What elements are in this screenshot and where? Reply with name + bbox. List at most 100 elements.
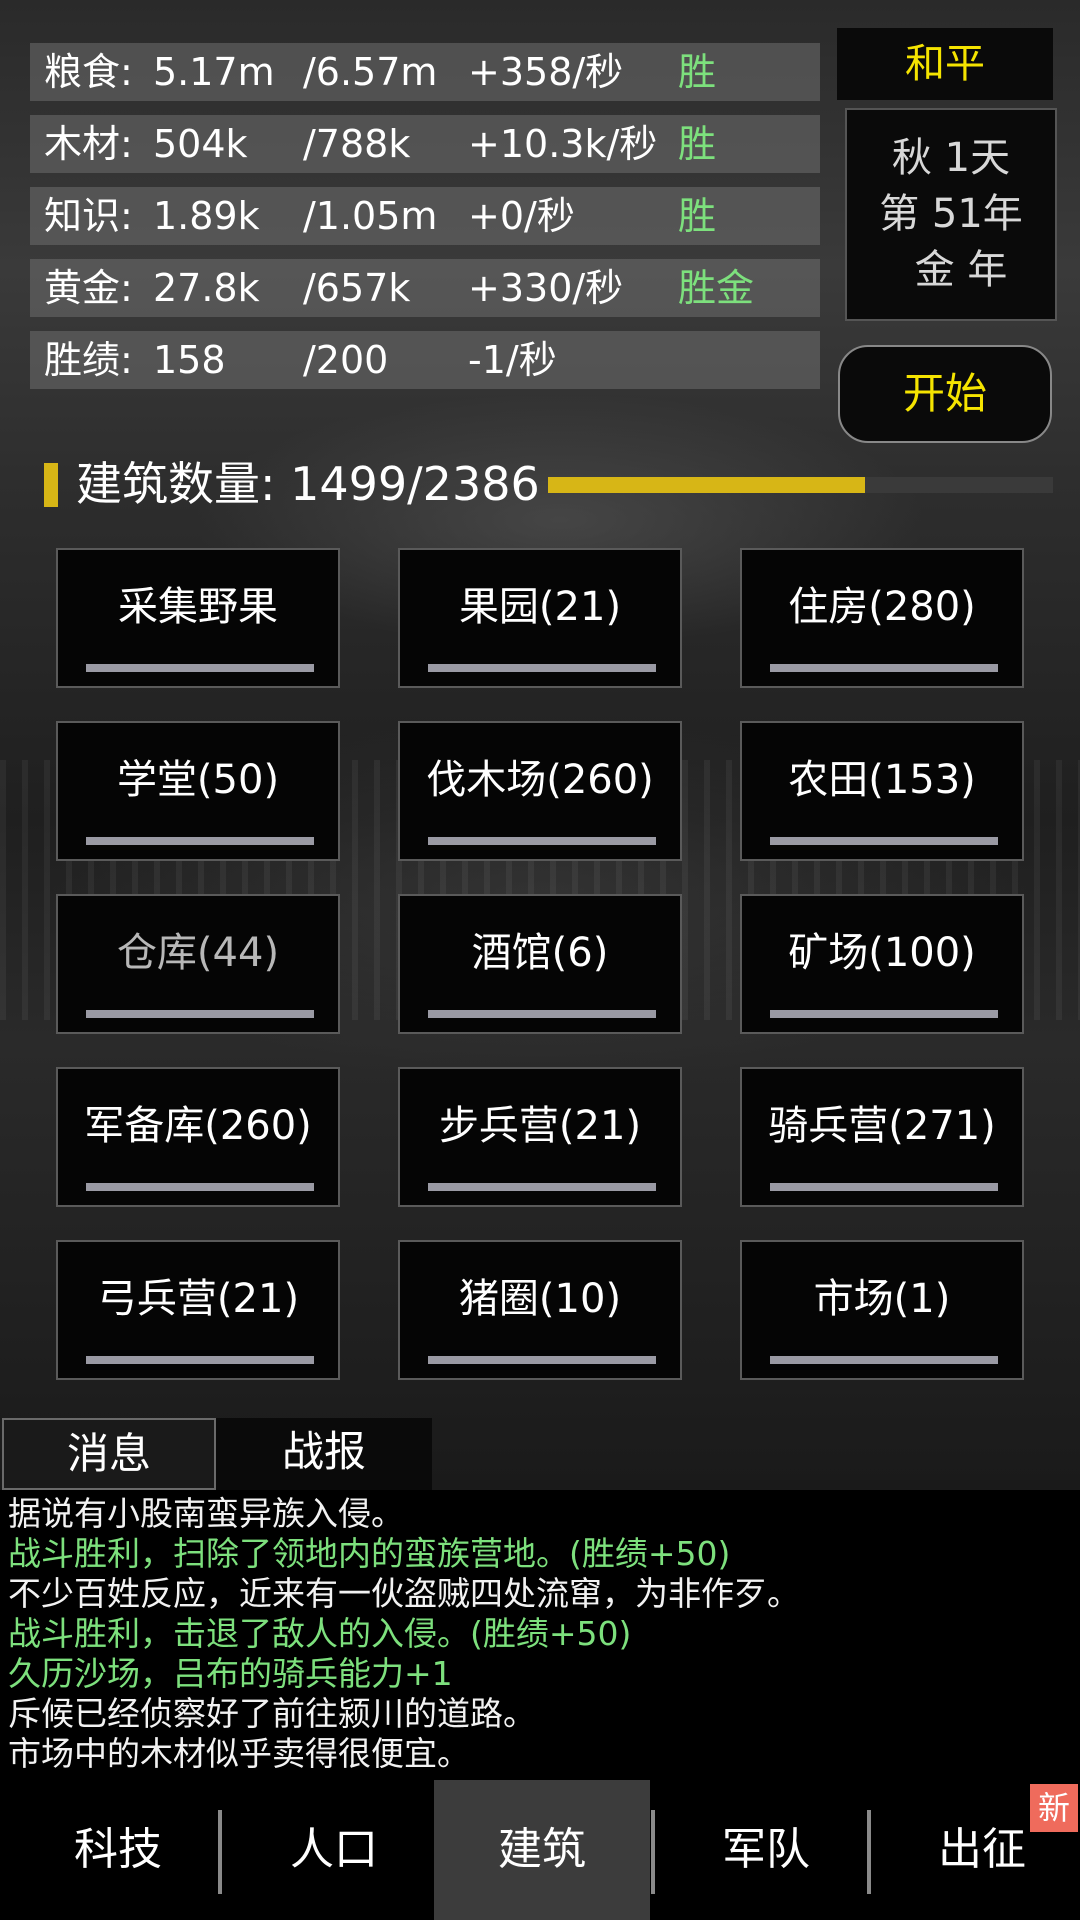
building-label: 猪圈(10) <box>458 1276 622 1322</box>
nav-population[interactable]: 人口 <box>226 1780 442 1920</box>
building-progress-bar <box>428 1010 656 1018</box>
resource-mark: 胜金 <box>678 266 755 310</box>
building-button-pig-pen[interactable]: 猪圈(10) <box>398 1240 682 1380</box>
building-count-bar <box>548 477 1053 493</box>
building-progress-bar <box>428 1183 656 1191</box>
building-button-farmland[interactable]: 农田(153) <box>740 721 1024 861</box>
building-button-orchard[interactable]: 果园(21) <box>398 548 682 688</box>
resource-max: /788k <box>303 122 411 166</box>
building-progress-bar <box>86 1356 314 1364</box>
building-progress-bar <box>428 1356 656 1364</box>
building-progress-bar <box>428 664 656 672</box>
year-element: 金 年 <box>914 247 1008 293</box>
resource-current: 504k <box>153 122 248 166</box>
resource-max: /657k <box>303 266 411 310</box>
log-line: 战斗胜利，扫除了领地内的蛮族营地。(胜绩+50) <box>8 1534 731 1573</box>
resource-max: /200 <box>303 338 389 382</box>
building-label: 军备库(260) <box>84 1103 312 1149</box>
tab-battle-report[interactable]: 战报 <box>216 1418 432 1490</box>
nav-divider <box>218 1810 222 1894</box>
building-button-infantry-camp[interactable]: 步兵营(21) <box>398 1067 682 1207</box>
resource-name: 黄金: <box>44 266 133 310</box>
building-label: 市场(1) <box>813 1276 951 1322</box>
log-line: 战斗胜利，击退了敌人的入侵。(胜绩+50) <box>8 1614 632 1653</box>
building-button-armory[interactable]: 军备库(260) <box>56 1067 340 1207</box>
building-label: 矿场(100) <box>788 930 976 976</box>
resource-rate: -1/秒 <box>468 338 557 382</box>
resource-row-victories: 胜绩: 158 /200 -1/秒 <box>30 331 820 389</box>
resource-rate: +330/秒 <box>468 266 624 310</box>
new-badge: 新 <box>1030 1784 1078 1832</box>
season-day: 秋 1天 <box>891 135 1011 181</box>
building-progress-bar <box>86 1183 314 1191</box>
building-button-school[interactable]: 学堂(50) <box>56 721 340 861</box>
resource-name: 知识: <box>44 194 133 238</box>
building-count-label: 建筑数量: 1499/2386 <box>76 457 540 511</box>
building-label: 农田(153) <box>788 757 976 803</box>
building-button-mine[interactable]: 矿场(100) <box>740 894 1024 1034</box>
building-label: 步兵营(21) <box>438 1103 642 1149</box>
building-progress-bar <box>86 664 314 672</box>
building-label: 仓库(44) <box>116 930 280 976</box>
log-line: 据说有小股南蛮异族入侵。 <box>8 1494 404 1533</box>
bottom-nav: 科技 人口 建筑 军队 出征 <box>0 1780 1080 1920</box>
resource-row-food: 粮食: 5.17m /6.57m +358/秒 胜 <box>30 43 820 101</box>
calendar-panel: 秋 1天 第 51年 金 年 <box>845 108 1057 321</box>
nav-tech[interactable]: 科技 <box>10 1780 226 1920</box>
resource-row-wood: 木材: 504k /788k +10.3k/秒 胜 <box>30 115 820 173</box>
resource-mark: 胜 <box>678 50 717 94</box>
building-button-cavalry-camp[interactable]: 骑兵营(271) <box>740 1067 1024 1207</box>
building-button-tavern[interactable]: 酒馆(6) <box>398 894 682 1034</box>
tab-messages[interactable]: 消息 <box>2 1418 216 1490</box>
resource-name: 木材: <box>44 122 133 166</box>
resource-mark: 胜 <box>678 122 717 166</box>
building-button-warehouse[interactable]: 仓库(44) <box>56 894 340 1034</box>
building-button-archer-camp[interactable]: 弓兵营(21) <box>56 1240 340 1380</box>
section-marker-icon <box>44 463 58 507</box>
resource-rate: +10.3k/秒 <box>468 122 658 166</box>
building-progress-bar <box>770 837 998 845</box>
message-log: 据说有小股南蛮异族入侵。 战斗胜利，扫除了领地内的蛮族营地。(胜绩+50) 不少… <box>0 1490 1080 1780</box>
resource-current: 5.17m <box>153 50 275 94</box>
building-progress-bar <box>770 1010 998 1018</box>
building-progress-bar <box>86 837 314 845</box>
resource-mark: 胜 <box>678 194 717 238</box>
peace-mode-label: 和平 <box>837 28 1053 100</box>
start-button[interactable]: 开始 <box>838 345 1052 443</box>
building-button-gather-fruit[interactable]: 采集野果 <box>56 548 340 688</box>
resource-row-knowledge: 知识: 1.89k /1.05m +0/秒 胜 <box>30 187 820 245</box>
resource-rate: +0/秒 <box>468 194 575 238</box>
resource-current: 27.8k <box>153 266 260 310</box>
resource-current: 158 <box>153 338 226 382</box>
building-button-housing[interactable]: 住房(280) <box>740 548 1024 688</box>
nav-divider <box>867 1810 871 1894</box>
building-progress-bar <box>86 1010 314 1018</box>
building-progress-bar <box>770 1183 998 1191</box>
resource-name: 胜绩: <box>44 338 133 382</box>
resource-name: 粮食: <box>44 50 133 94</box>
building-button-lumber-yard[interactable]: 伐木场(260) <box>398 721 682 861</box>
log-line: 斥候已经侦察好了前往颍川的道路。 <box>8 1694 536 1733</box>
building-label: 酒馆(6) <box>471 930 609 976</box>
resource-row-gold: 黄金: 27.8k /657k +330/秒 胜金 <box>30 259 820 317</box>
resource-max: /6.57m <box>303 50 438 94</box>
nav-divider <box>651 1810 655 1894</box>
nav-buildings[interactable]: 建筑 <box>434 1780 650 1920</box>
resource-current: 1.89k <box>153 194 260 238</box>
building-progress-bar <box>770 664 998 672</box>
building-label: 弓兵营(21) <box>96 1276 300 1322</box>
building-label: 住房(280) <box>788 584 976 630</box>
building-label: 骑兵营(271) <box>768 1103 996 1149</box>
building-label: 果园(21) <box>458 584 622 630</box>
building-label: 学堂(50) <box>116 757 280 803</box>
log-line: 不少百姓反应，近来有一伙盗贼四处流窜，为非作歹。 <box>8 1574 800 1613</box>
building-label: 伐木场(260) <box>426 757 654 803</box>
log-line: 市场中的木材似乎卖得很便宜。 <box>8 1734 470 1773</box>
building-button-market[interactable]: 市场(1) <box>740 1240 1024 1380</box>
building-progress-bar <box>428 837 656 845</box>
year-number: 第 51年 <box>879 191 1023 237</box>
building-count-bar-fill <box>548 477 866 493</box>
nav-army[interactable]: 军队 <box>658 1780 874 1920</box>
log-line: 久历沙场，吕布的骑兵能力+1 <box>8 1654 453 1693</box>
building-progress-bar <box>770 1356 998 1364</box>
